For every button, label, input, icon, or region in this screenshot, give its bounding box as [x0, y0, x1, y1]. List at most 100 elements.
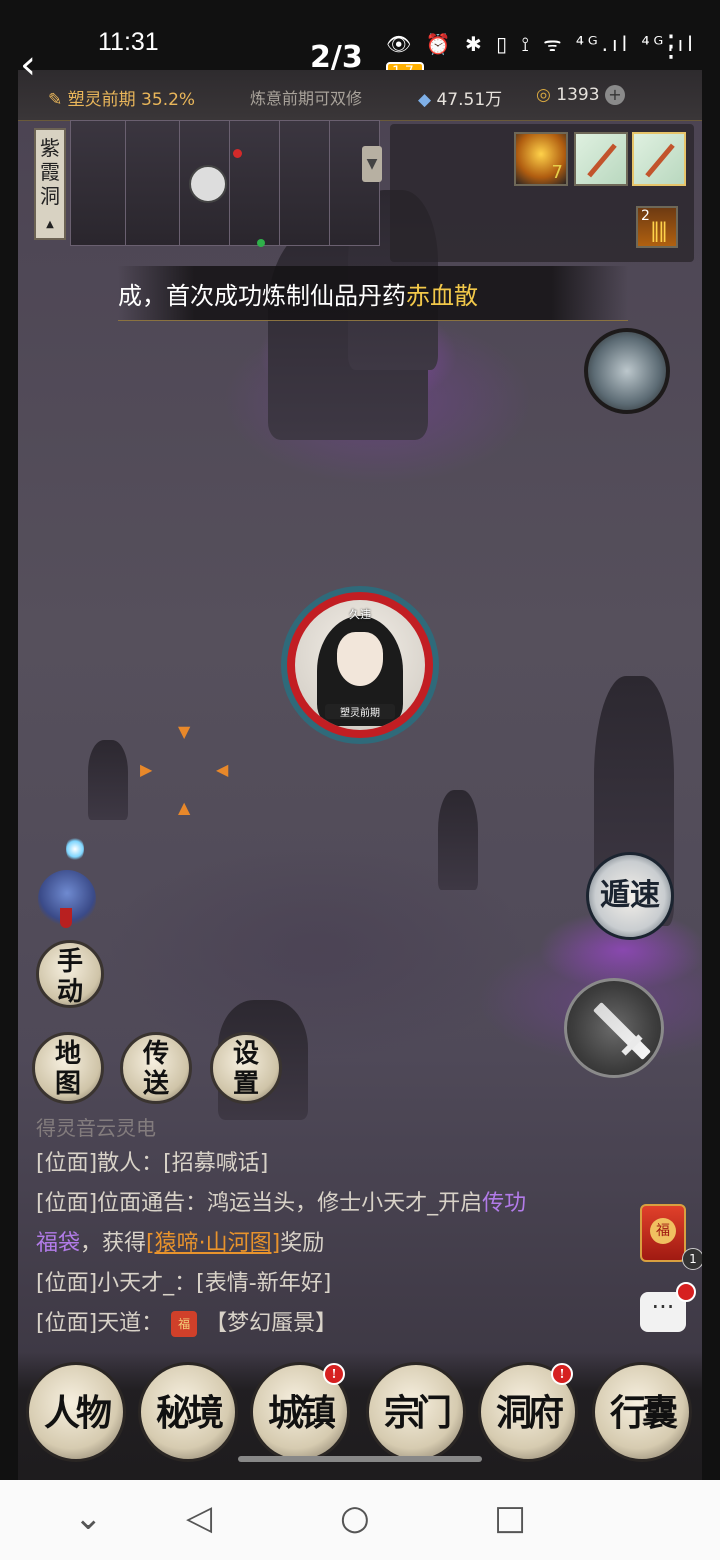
location-expand-icon: ▲ [46, 219, 54, 230]
announcement-body: 成，首次成功炼制仙品丹药 [118, 282, 406, 310]
spirit-stone-value: 47.51万 [436, 90, 503, 110]
red-packet-count: 1 [682, 1248, 702, 1270]
menu-label: 行囊 [609, 1392, 678, 1434]
chat-text: ，获得 [80, 1231, 147, 1256]
sword-slot[interactable] [574, 132, 628, 186]
menu-label: 城镇 [267, 1392, 336, 1434]
arrows-slot[interactable]: 2 ‖‖ [636, 206, 678, 248]
chat-text: 奖励 [280, 1231, 325, 1256]
minimap-divider [279, 121, 280, 245]
menu-character-button[interactable]: 人物 [26, 1362, 126, 1462]
red-packet-button[interactable]: 福 1 [640, 1204, 702, 1270]
reward-link[interactable]: [猿啼·山河图] [146, 1231, 280, 1256]
location-name: 紫霞洞 [40, 136, 60, 208]
settings-button[interactable]: 设置 [210, 1032, 282, 1104]
dual-cultivation-status: 炼意前期可双修 [250, 89, 363, 108]
back-button[interactable]: ‹ [20, 45, 36, 85]
teleport-button[interactable]: 传送 [120, 1032, 192, 1104]
add-coins-button[interactable]: + [604, 85, 625, 105]
player-avatar-ring: 久违 塑灵前期 [287, 592, 433, 738]
chat-text: [位面]散人： [36, 1151, 164, 1176]
menu-cave-button[interactable]: 洞府! [478, 1362, 578, 1462]
target-marker-bottom-icon: ▲ [178, 798, 191, 817]
enemy-avatar[interactable] [584, 328, 670, 414]
portrait-face [337, 632, 383, 686]
item-link[interactable]: 福袋 [36, 1231, 80, 1256]
chat-text[interactable]: 【梦幻蜃景】 [205, 1311, 337, 1336]
coin-icon: ◎ [536, 85, 551, 105]
chat-log[interactable]: 得灵音云灵电 [位面]散人：[招募喊话] [位面]位面通告：鸿运当头，修士小天才… [36, 1116, 616, 1344]
rock-spire [438, 790, 478, 890]
menu-alert-badge: ! [551, 1363, 573, 1385]
minimap-enemy-dot [233, 149, 242, 158]
minimap-npc-icon[interactable] [189, 165, 227, 203]
chat-line: [位面]小天才_：[表情-新年好] [36, 1271, 332, 1296]
menu-label: 人物 [43, 1392, 112, 1434]
sword-icon [587, 143, 617, 178]
manual-mode-button[interactable]: 手动 [36, 940, 104, 1008]
quick-item-panel: 7 2 ‖‖ [390, 124, 694, 262]
announcement-item: 赤血散 [406, 282, 478, 310]
chat-button[interactable]: ··· [640, 1282, 696, 1332]
spirit-stone-count: ◆ 47.51万 [418, 85, 502, 110]
location-tab[interactable]: 紫霞洞 ▲ [34, 128, 66, 240]
player-avatar[interactable]: 久违 塑灵前期 [281, 586, 439, 744]
status-icons-text: 👁 ⏰ ✱ ▯ ⟟ ᯤ ⁴ᴳ.ıl ⁴ᴳ.ıl [386, 32, 697, 56]
game-view[interactable]: ✎ 塑灵前期 35.2% 炼意前期可双修 ◆ 47.51万 ◎ 1393 + 紫… [18, 70, 702, 1480]
cultivation-stage[interactable]: ✎ 塑灵前期 35.2% [48, 85, 195, 110]
more-options-button[interactable]: ⋮ [656, 32, 686, 62]
pet-companion[interactable] [38, 870, 96, 928]
map-button[interactable]: 地图 [32, 1032, 104, 1104]
cultivation-stage-text: 塑灵前期 35.2% [67, 90, 196, 110]
fire-talisman-count: 7 [551, 162, 563, 183]
chat-notification-badge [676, 1282, 696, 1302]
target-marker-top-icon: ▼ [178, 722, 191, 741]
menu-secret-realm-button[interactable]: 秘境 [138, 1362, 238, 1462]
spirit-wisp-icon [66, 836, 84, 862]
nav-recents-button[interactable]: □ [494, 1498, 526, 1538]
resource-bar: ✎ 塑灵前期 35.2% 炼意前期可双修 ◆ 47.51万 ◎ 1393 + [18, 70, 702, 121]
menu-label: 宗门 [383, 1392, 452, 1434]
player-name: 久违 [349, 608, 371, 621]
menu-sect-button[interactable]: 宗门 [366, 1362, 466, 1462]
spirit-stone-icon: ◆ [418, 90, 432, 110]
menu-alert-badge: ! [323, 1363, 345, 1385]
teleport-label: 传送 [142, 1039, 169, 1099]
screen: 11:31 👁 ⏰ ✱ ▯ ⟟ ᯤ ⁴ᴳ.ıl ⁴ᴳ.ıl 1 7 ✎ 塑灵前期 … [0, 0, 720, 1480]
recruit-link[interactable]: [招募喊话] [163, 1151, 268, 1176]
fortune-bag-icon: 福 [171, 1311, 198, 1337]
nav-home-button[interactable]: ○ [340, 1498, 370, 1538]
chat-line: [位面]位面通告：鸿运当头，修士小天才_开启传功 [36, 1184, 616, 1224]
home-indicator[interactable] [238, 1456, 482, 1462]
nav-back-button[interactable]: ◁ [186, 1498, 212, 1538]
minimap-divider [125, 121, 126, 245]
attack-button[interactable] [564, 978, 664, 1078]
settings-label: 设置 [232, 1039, 259, 1099]
nav-collapse-button[interactable]: ⌄ [74, 1498, 103, 1538]
sword-slot-selected[interactable] [632, 132, 686, 186]
minimap-divider [179, 121, 180, 245]
player-rank: 塑灵前期 [325, 704, 395, 719]
chat-bubble-icon: ··· [651, 1293, 675, 1321]
red-packet-icon: 福 [650, 1218, 676, 1244]
item-link[interactable]: 传功 [482, 1191, 526, 1216]
manual-mode-label: 手动 [56, 947, 83, 1007]
minimap-divider [229, 121, 230, 245]
minimap[interactable] [70, 120, 380, 247]
minimap-divider [329, 121, 330, 245]
page-indicator: 2/3 [310, 40, 363, 75]
minimap-toggle-button[interactable]: ▼ [362, 146, 382, 182]
menu-label: 秘境 [155, 1392, 224, 1434]
menu-town-button[interactable]: 城镇! [250, 1362, 350, 1462]
player-portrait: 久违 塑灵前期 [295, 600, 425, 730]
system-announcement-banner: 成，首次成功炼制仙品丹药赤血散 [118, 266, 628, 321]
fire-talisman-slot[interactable]: 7 [514, 132, 568, 186]
target-marker-right-icon: ◀ [216, 760, 229, 779]
status-time: 11:31 [98, 28, 159, 56]
menu-bag-button[interactable]: 行囊 [592, 1362, 692, 1462]
menu-label: 洞府 [495, 1392, 564, 1434]
chat-text: [位面]天道： [36, 1311, 164, 1336]
target-marker-left-icon: ▶ [140, 760, 153, 779]
escape-button[interactable]: 遁速 [586, 852, 674, 940]
chat-line: [位面]天道： 福【梦幻蜃景】 [36, 1304, 616, 1344]
